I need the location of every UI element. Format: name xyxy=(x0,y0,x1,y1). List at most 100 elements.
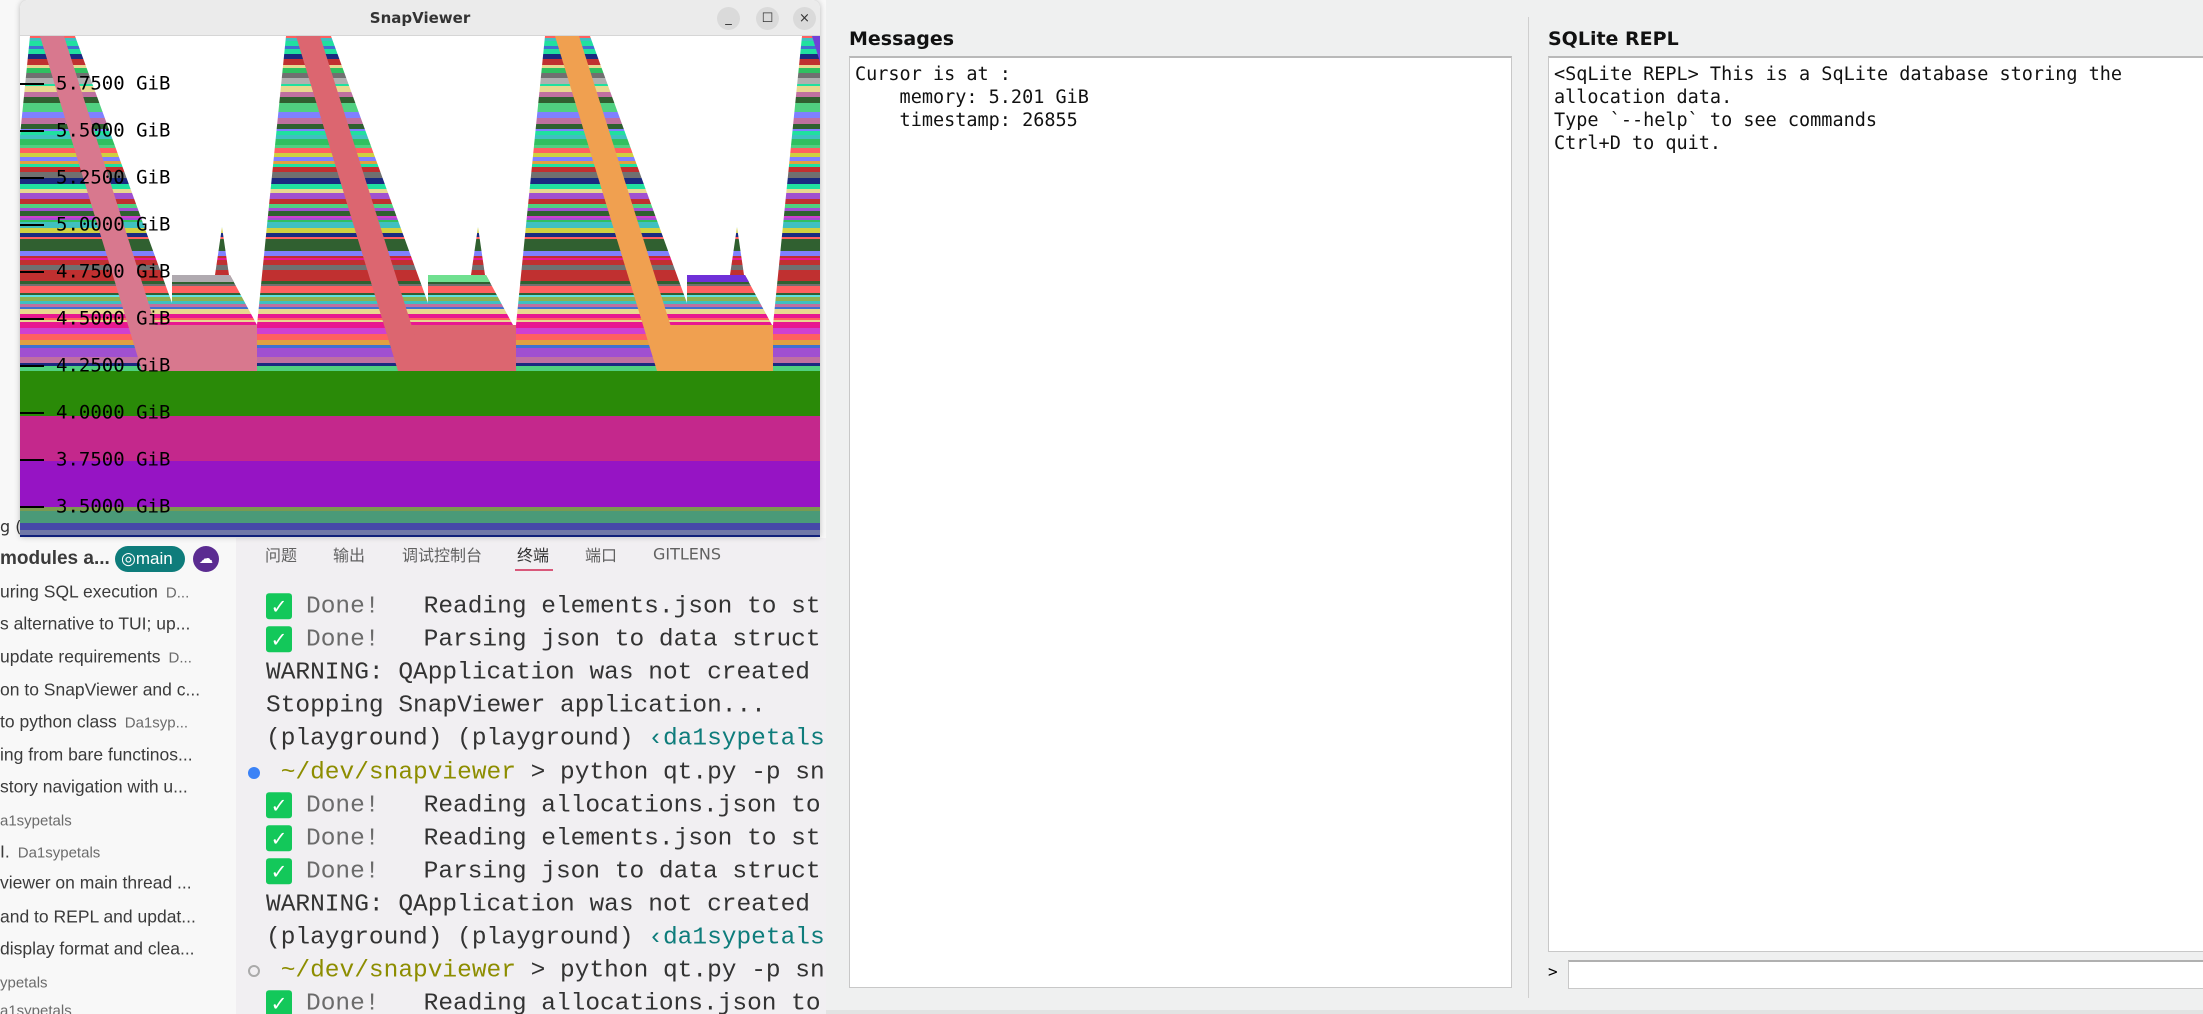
repl-line: Ctrl+D to quit. xyxy=(1554,133,1722,154)
window-title: SnapViewer xyxy=(369,9,471,27)
maximize-button[interactable]: ☐ xyxy=(756,7,779,30)
venv-text: (playground) (playground) xyxy=(266,725,649,753)
commit-author: D... xyxy=(168,649,192,667)
cwd-path: ~/dev/snapviewer xyxy=(280,957,516,985)
cloud-icon[interactable]: ☁ xyxy=(193,546,219,572)
messages-box: Cursor is at : memory: 5.201 GiB timesta… xyxy=(849,56,1512,988)
line-text: Reading allocations.json to xyxy=(423,792,821,820)
terminal-line: ✓ Done! Parsing json to data struct xyxy=(266,626,821,654)
repl-input[interactable] xyxy=(1568,960,2203,989)
commit-item[interactable]: uring SQL execution D... xyxy=(0,582,189,603)
commit-item[interactable]: ypetals xyxy=(0,972,48,993)
terminal-line: ~/dev/snapviewer > python qt.py -p sn xyxy=(266,759,825,786)
commit-author: Da1sypetals xyxy=(17,844,101,862)
line-text: Stopping SnapViewer application... xyxy=(266,692,766,720)
panel-tab[interactable]: GITLENS xyxy=(653,545,721,564)
close-button[interactable]: × xyxy=(793,7,816,30)
cwd-path: ~/dev/snapviewer xyxy=(280,759,516,786)
commit-message: on to SnapViewer and c... xyxy=(0,679,201,700)
repl-line: allocation data. xyxy=(1554,87,1733,108)
minimize-button[interactable]: _ xyxy=(717,7,740,30)
trapezoid-allocation xyxy=(428,275,490,282)
bottom-panel: 问题 输出 调试控制台 终端 端口 GITLENS ✓ Done! Reading elem… xyxy=(236,538,826,1014)
panel-tab[interactable]: 问题 xyxy=(265,542,297,566)
terminal-line: ✓ Done! Reading elements.json to st xyxy=(266,824,821,853)
status-strip xyxy=(826,1010,2203,1014)
commit-item[interactable]: I. Da1sypetals xyxy=(0,842,100,863)
repl-title: SQLite REPL xyxy=(1548,28,1679,50)
commit-message: viewer on main thread ... xyxy=(0,872,192,893)
commit-message: update requirements xyxy=(0,646,161,667)
commit-item[interactable]: ing from bare functinos... xyxy=(0,745,193,766)
commit-message: ing from bare functinos... xyxy=(0,744,193,765)
commit-item[interactable]: a1sypetals xyxy=(0,1000,72,1014)
done-label: Done! xyxy=(306,626,380,654)
memory-allocation-plot[interactable]: 5.7500 GiB 5.5000 GiB 5.2500 GiB 5.0000 GiB… xyxy=(20,36,820,537)
repl-output: <SqLite REPL> This is a SqLite database … xyxy=(1548,56,2203,952)
terminal-line: (playground) (playground) ‹da1sypetals xyxy=(266,726,825,753)
line-text: Reading elements.json to st xyxy=(423,593,821,621)
y-tick-label: 4.2500 GiB xyxy=(56,355,170,377)
commit-item[interactable]: to python class Da1syp... xyxy=(0,712,188,733)
done-label: Done! xyxy=(306,858,380,886)
venv-text: (playground) (playground) xyxy=(266,924,649,952)
done-label: Done! xyxy=(306,990,380,1014)
panel-tab[interactable]: 端口 xyxy=(585,542,617,566)
check-icon: ✓ xyxy=(266,791,292,818)
commit-item[interactable]: story navigation with u... xyxy=(0,777,188,798)
terminal-line: WARNING: QApplication was not created xyxy=(266,660,810,687)
line-text: Parsing json to data struct xyxy=(423,626,821,654)
user-name: ‹da1sypetals xyxy=(648,924,825,952)
commit-author: Da1syp... xyxy=(124,714,189,732)
branch-name: main xyxy=(135,549,173,568)
commit-graph-header: modules a... xyxy=(0,548,110,569)
commit-item[interactable]: viewer on main thread ... xyxy=(0,873,192,894)
line-text: Reading elements.json to st xyxy=(423,825,821,853)
terminal-line: ✓ Done! Parsing json to data struct xyxy=(266,858,821,886)
messages-line: memory: 5.201 GiB xyxy=(855,87,1089,108)
y-tick-label: 5.5000 GiB xyxy=(56,120,170,142)
commit-message: uring SQL execution xyxy=(0,581,158,602)
messages-title: Messages xyxy=(849,28,955,50)
commit-message: display format and clea... xyxy=(0,938,195,959)
command-text: > python qt.py -p sn xyxy=(515,759,825,786)
panel-tab[interactable]: 输出 xyxy=(333,542,365,566)
commit-message: and to REPL and updat... xyxy=(0,906,196,927)
terminal-line: ✓ Done! Reading allocations.json to xyxy=(266,791,821,820)
user-name: ‹da1sypetals xyxy=(648,725,825,753)
terminal-line: ✓ Done! Reading elements.json to st xyxy=(266,593,821,621)
command-status-icon[interactable] xyxy=(248,766,260,779)
y-tick-label: 3.5000 GiB xyxy=(56,496,170,518)
panel-tab[interactable]: 调试控制台 xyxy=(402,542,482,566)
commit-item[interactable]: and to REPL and updat... xyxy=(0,907,196,928)
title-bar[interactable]: SnapViewer _ ☐ × xyxy=(20,0,820,36)
commit-author: a1sypetals xyxy=(0,1002,72,1014)
commit-author: D... xyxy=(165,584,190,602)
commit-item[interactable]: display format and clea... xyxy=(0,939,195,960)
done-label: Done! xyxy=(306,593,380,621)
repl-line: <SqLite REPL> This is a SqLite database … xyxy=(1554,64,2123,85)
line-text: WARNING: QApplication was not created xyxy=(266,659,810,687)
branch-badge[interactable]: ◎main xyxy=(115,546,185,572)
y-tick-label: 5.2500 GiB xyxy=(56,167,170,189)
commit-item[interactable]: s alternative to TUI; up... xyxy=(0,614,190,635)
panel-tab[interactable]: 终端 xyxy=(517,542,549,566)
commit-message: to python class xyxy=(0,711,117,732)
commit-item[interactable]: on to SnapViewer and c... xyxy=(0,680,200,701)
splitter[interactable] xyxy=(1528,17,1529,998)
check-icon: ✓ xyxy=(266,990,292,1014)
line-text: WARNING: QApplication was not created xyxy=(266,891,810,919)
command-status-icon[interactable] xyxy=(248,965,260,978)
check-icon: ✓ xyxy=(266,626,292,653)
y-tick-label: 4.5000 GiB xyxy=(56,308,170,330)
done-label: Done! xyxy=(306,792,380,820)
commit-item[interactable]: update requirements D... xyxy=(0,647,192,668)
line-text: Parsing json to data struct xyxy=(423,858,821,886)
y-tick-label: 4.0000 GiB xyxy=(56,402,170,424)
repl-prompt: > xyxy=(1548,962,1558,981)
repl-line: Type `--help` to see commands xyxy=(1554,110,1878,131)
snapviewer-window: SnapViewer _ ☐ × 5.7500 GiB 5.5000 GiB 5.2… xyxy=(20,0,820,537)
source-control-sidebar: modules a... ◎main ☁ uring SQL execution… xyxy=(0,538,236,1014)
terminal-line: (playground) (playground) ‹da1sypetals xyxy=(266,925,825,952)
commit-item[interactable]: a1sypetals xyxy=(0,810,72,831)
